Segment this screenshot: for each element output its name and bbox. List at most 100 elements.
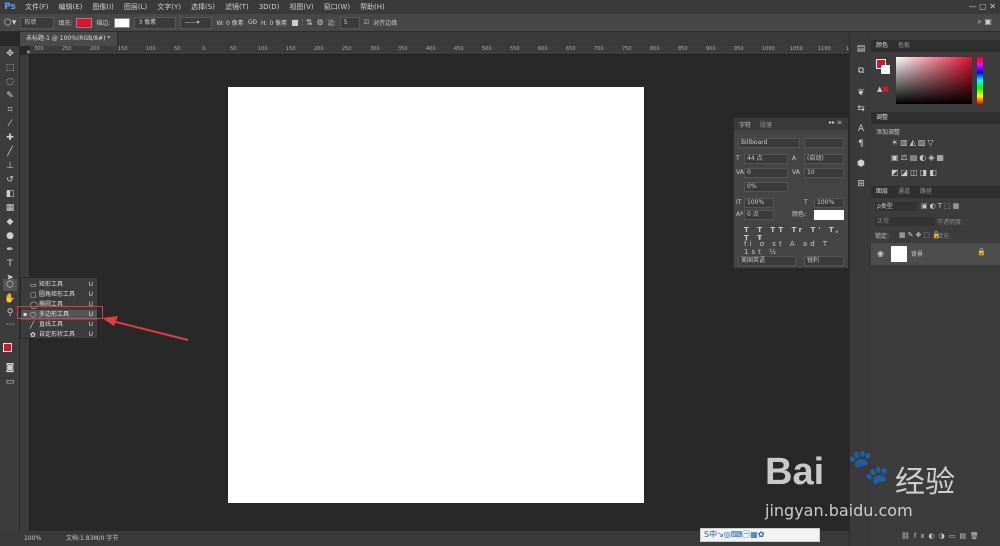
- adjustment-icons-row-3[interactable]: ◩◪◫◨◧: [891, 168, 939, 177]
- lasso-tool-icon[interactable]: ◌: [3, 76, 17, 88]
- hue-slider[interactable]: [977, 57, 983, 104]
- menu-view[interactable]: 视图(V): [284, 0, 318, 14]
- tab-layers[interactable]: 图层: [876, 188, 888, 195]
- eraser-icon[interactable]: ◧: [3, 188, 17, 200]
- text-color-swatch[interactable]: [814, 210, 844, 220]
- paragraph-icon[interactable]: ¶: [856, 139, 866, 149]
- 3d-icon[interactable]: ⬢: [856, 159, 866, 169]
- layer-row-background[interactable]: ◉ 背景 🔒: [871, 243, 1000, 265]
- align-edges-checkbox[interactable]: ☑: [364, 19, 369, 26]
- tracking-input[interactable]: 10: [804, 168, 844, 178]
- rectangle-tool-item[interactable]: ▭ 矩形工具 U: [21, 280, 97, 290]
- history-brush-icon[interactable]: ↺: [3, 174, 17, 186]
- gradient-icon[interactable]: ▦: [3, 202, 17, 214]
- link-icon[interactable]: GĐ: [248, 19, 257, 26]
- type-tool-icon[interactable]: T: [3, 258, 17, 270]
- window-controls[interactable]: — ▢ ✕: [956, 0, 996, 14]
- stroke-width-input[interactable]: 3 像素: [134, 16, 177, 29]
- menu-help[interactable]: 帮助(H): [355, 0, 390, 14]
- eyedropper-icon[interactable]: ⁄: [3, 118, 17, 130]
- color-picker-field[interactable]: [896, 57, 972, 104]
- hand-tool-icon[interactable]: ✋: [3, 293, 17, 305]
- history-icon[interactable]: ▤: [856, 44, 866, 54]
- menu-layer[interactable]: 图层(L): [119, 0, 152, 14]
- menu-file[interactable]: 文件(F): [20, 0, 54, 14]
- vertical-scale-input[interactable]: 100%: [744, 198, 774, 208]
- layer-footer-icons[interactable]: ⛓fx◐◑▭▤🗑: [901, 532, 983, 540]
- layer-filter-icons[interactable]: ▣◐T⬚▦: [921, 202, 961, 210]
- menu-select[interactable]: 选择(S): [186, 0, 220, 14]
- baseline-input[interactable]: 0 点: [744, 210, 774, 220]
- bg-color-chip[interactable]: [881, 65, 890, 74]
- brush-preset-icon[interactable]: ❦: [856, 88, 866, 98]
- tab-paragraph[interactable]: 段落: [760, 120, 772, 129]
- menu-3d[interactable]: 3D(D): [254, 0, 285, 14]
- zoom-level[interactable]: 100%: [24, 531, 41, 546]
- menu-filter[interactable]: 滤镜(T): [220, 0, 254, 14]
- rounded-rect-tool-item[interactable]: ▢ 圆角矩形工具 U: [21, 290, 97, 300]
- polygon-tool-icon[interactable]: ⬡▾: [4, 18, 16, 28]
- search-icon[interactable]: ⌕ ▣: [977, 17, 992, 27]
- properties-icon[interactable]: ⧉: [856, 66, 866, 76]
- tool-preset-icon[interactable]: ⇆: [856, 104, 866, 114]
- stamp-tool-icon[interactable]: ⊥: [3, 160, 17, 172]
- antialias-select[interactable]: 锐利: [804, 256, 844, 266]
- font-family-select[interactable]: Billboard: [738, 138, 800, 148]
- blend-mode-select[interactable]: 正常: [875, 217, 935, 226]
- horizontal-scale-input[interactable]: 100%: [814, 198, 844, 208]
- zoom-tool-icon[interactable]: ⚲: [3, 307, 17, 319]
- more-tools-icon[interactable]: ⋯: [3, 319, 17, 331]
- opentype-buttons[interactable]: fi σ st A ad T 1st ½: [744, 240, 848, 256]
- layer-filter-select[interactable]: ρ类型: [875, 202, 917, 211]
- document-canvas[interactable]: [228, 87, 644, 503]
- healing-brush-icon[interactable]: ✚: [3, 132, 17, 144]
- font-style-select[interactable]: [804, 138, 844, 148]
- menu-window[interactable]: 窗口(W): [319, 0, 355, 14]
- tab-adjustments[interactable]: 调整: [876, 114, 888, 121]
- eye-icon[interactable]: ◉: [877, 249, 884, 258]
- dodge-tool-icon[interactable]: ●: [3, 230, 17, 242]
- height-field[interactable]: H: 0 像素: [261, 18, 287, 27]
- character-icon[interactable]: A: [856, 124, 866, 134]
- edges-input[interactable]: 5: [339, 16, 360, 29]
- doc-size[interactable]: 文档:1.83M/0 字节: [66, 531, 118, 546]
- tab-character[interactable]: 字符: [739, 120, 751, 129]
- tab-swatches[interactable]: 色板: [898, 42, 910, 49]
- width-field[interactable]: W: 0 像素: [216, 18, 243, 27]
- mode-select[interactable]: 形状: [20, 16, 55, 29]
- document-tab[interactable]: 未标题-1 @ 100%(RGB/8#) * ✕: [20, 32, 118, 56]
- leading-input[interactable]: (自动): [804, 154, 844, 164]
- menu-type[interactable]: 文字(Y): [152, 0, 186, 14]
- menu-image[interactable]: 图像(I): [87, 0, 119, 14]
- marquee-tool-icon[interactable]: ⬚: [3, 62, 17, 74]
- move-tool-icon[interactable]: ✥: [3, 48, 17, 60]
- stroke-type-select[interactable]: ——▾: [180, 16, 213, 29]
- blur-tool-icon[interactable]: ◆: [3, 216, 17, 228]
- panel-menu-icon[interactable]: ▸▸ ≡: [829, 119, 842, 126]
- quick-select-icon[interactable]: ✎: [3, 90, 17, 102]
- kerning-input[interactable]: 0: [744, 168, 788, 178]
- gear-icon[interactable]: ⚙: [317, 18, 324, 27]
- custom-shape-tool-item[interactable]: ✿ 自定形状工具 U: [21, 330, 97, 340]
- language-select[interactable]: 美国英语: [738, 256, 796, 266]
- tab-channels[interactable]: 通道: [898, 188, 910, 195]
- fill-swatch[interactable]: [76, 17, 93, 28]
- tab-paths[interactable]: 路径: [920, 188, 932, 195]
- scale-input[interactable]: 0%: [744, 182, 788, 192]
- brush-tool-icon[interactable]: ╱: [3, 146, 17, 158]
- line-tool-item[interactable]: ╱ 直线工具 U: [21, 320, 97, 330]
- stroke-swatch[interactable]: [114, 17, 131, 28]
- tab-color[interactable]: 颜色: [876, 42, 888, 49]
- crop-tool-icon[interactable]: ⌗: [3, 104, 17, 116]
- foreground-color-swatch[interactable]: [3, 343, 12, 352]
- ime-toolbar[interactable]: S中↘◎⌨㊀▦✿: [700, 528, 820, 542]
- screen-mode-icon[interactable]: ▭: [3, 376, 17, 388]
- layer-name[interactable]: 背景: [911, 249, 923, 258]
- quick-mask-icon[interactable]: ◙: [3, 362, 17, 374]
- adjustment-icons-row-2[interactable]: ▣⚖▤◐◈▦: [891, 153, 946, 162]
- menu-edit[interactable]: 编辑(E): [54, 0, 88, 14]
- path-ops-icon[interactable]: ■ ⫶ ⇅: [291, 18, 312, 28]
- shape-tool-icon[interactable]: ⬡: [3, 279, 17, 291]
- pen-tool-icon[interactable]: ✒: [3, 244, 17, 256]
- timeline-icon[interactable]: ⊞: [856, 179, 866, 189]
